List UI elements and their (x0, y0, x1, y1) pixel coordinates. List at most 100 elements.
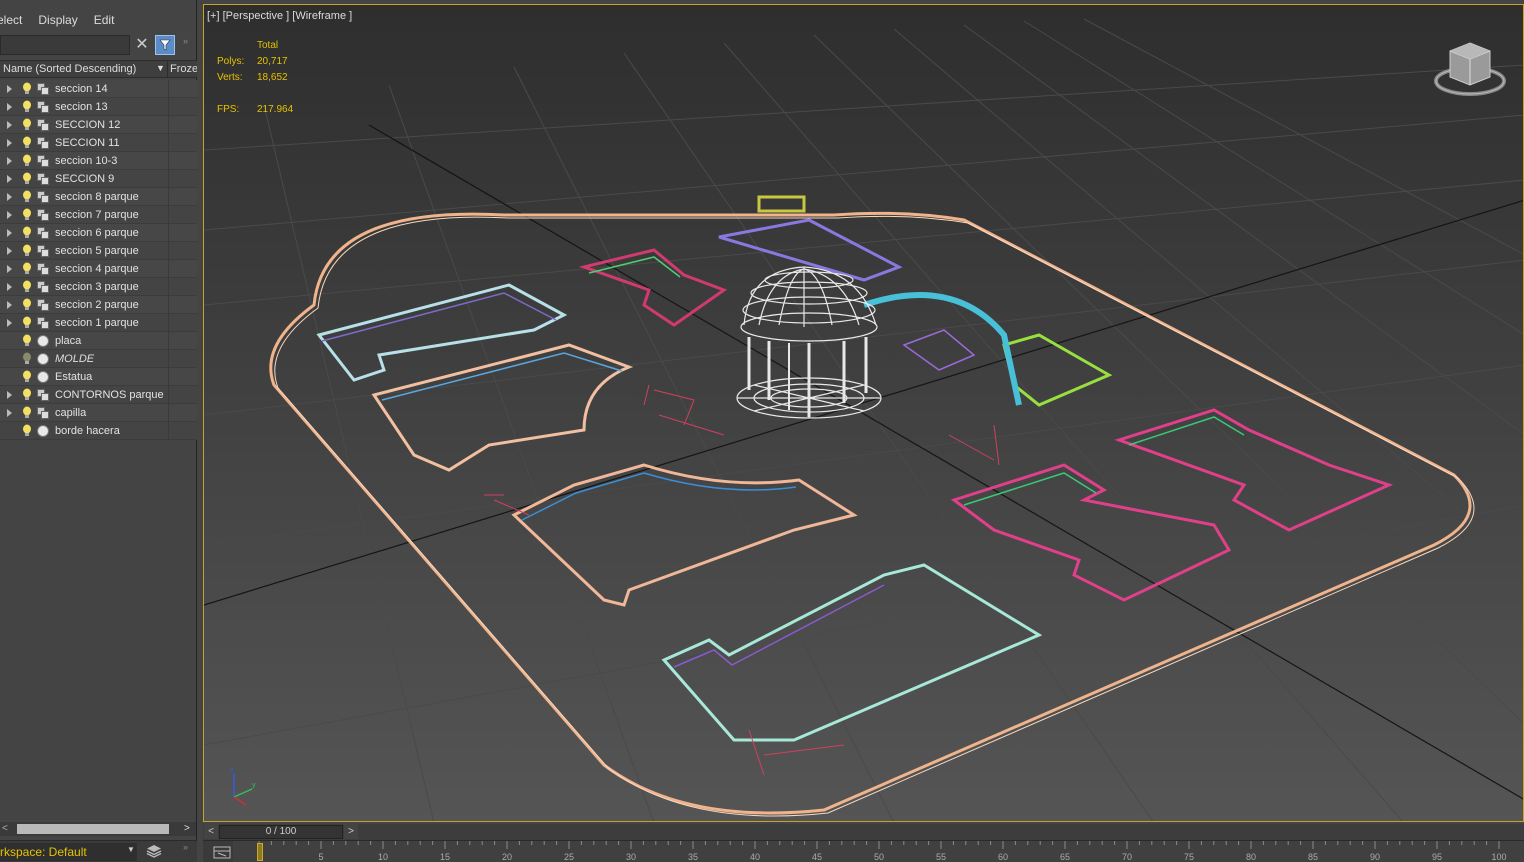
scene-tree-row[interactable]: borde hacera (0, 422, 197, 440)
scene-tree-row[interactable]: seccion 3 parque (0, 278, 197, 296)
expand-arrow-icon[interactable] (7, 229, 12, 237)
lightbulb-icon[interactable] (22, 406, 32, 420)
horizontal-scrollbar[interactable]: < > (0, 822, 196, 836)
lightbulb-icon[interactable] (22, 190, 32, 204)
track-view-icon[interactable] (213, 846, 231, 859)
expand-arrow-icon[interactable] (7, 301, 12, 309)
lightbulb-icon[interactable] (22, 154, 32, 168)
scene-tree-row[interactable]: placa (0, 332, 197, 350)
lightbulb-icon[interactable] (22, 370, 32, 384)
chevron-down-icon[interactable]: ▼ (127, 845, 135, 854)
frozen-cell[interactable] (168, 350, 197, 368)
scene-tree-row[interactable]: CONTORNOS parque (0, 386, 197, 404)
menu-select[interactable]: elect (0, 13, 22, 27)
expand-arrow-icon[interactable] (7, 391, 12, 399)
lightbulb-icon[interactable] (22, 208, 32, 222)
scene-tree-row[interactable]: seccion 4 parque (0, 260, 197, 278)
expand-panel-icon[interactable]: » (183, 36, 188, 46)
menu-display[interactable]: Display (38, 13, 77, 27)
lightbulb-icon[interactable] (22, 280, 32, 294)
lightbulb-icon[interactable] (22, 100, 32, 114)
scene-tree-row[interactable]: MOLDE (0, 350, 197, 368)
search-input[interactable] (0, 35, 130, 55)
workspace-dropdown[interactable]: rkspace: Default (0, 843, 137, 861)
frozen-cell[interactable] (168, 80, 197, 98)
lightbulb-icon[interactable] (22, 172, 32, 186)
frozen-cell[interactable] (168, 98, 197, 116)
expand-arrow-icon[interactable] (7, 157, 12, 165)
expand-arrow-icon[interactable] (7, 103, 12, 111)
scene-tree-row[interactable]: seccion 13 (0, 98, 197, 116)
viewcube-icon[interactable] (1432, 39, 1508, 101)
lightbulb-icon[interactable] (22, 244, 32, 258)
previous-frame-button[interactable]: < (204, 824, 218, 839)
frozen-cell[interactable] (168, 386, 197, 404)
lightbulb-icon[interactable] (22, 82, 32, 96)
frozen-cell[interactable] (168, 422, 197, 440)
scene-tree-row[interactable]: SECCION 11 (0, 134, 197, 152)
expand-arrow-icon[interactable] (7, 211, 12, 219)
scene-tree-row[interactable]: seccion 8 parque (0, 188, 197, 206)
expand-arrow-icon[interactable] (7, 175, 12, 183)
frozen-cell[interactable] (168, 278, 197, 296)
scene-tree-row[interactable]: capilla (0, 404, 197, 422)
frozen-cell[interactable] (168, 368, 197, 386)
expand-arrow-icon[interactable] (7, 139, 12, 147)
scene-tree-row[interactable]: seccion 2 parque (0, 296, 197, 314)
scene-tree-row[interactable]: SECCION 9 (0, 170, 197, 188)
frozen-cell[interactable] (168, 116, 197, 134)
lightbulb-icon[interactable] (22, 334, 32, 348)
lightbulb-icon[interactable] (22, 298, 32, 312)
frozen-cell[interactable] (168, 206, 197, 224)
scene-tree-row[interactable]: seccion 5 parque (0, 242, 197, 260)
frozen-cell[interactable] (168, 314, 197, 332)
scene-tree-row[interactable]: seccion 10-3 (0, 152, 197, 170)
frozen-cell[interactable] (168, 152, 197, 170)
expand-arrow-icon[interactable] (7, 409, 12, 417)
lightbulb-icon[interactable] (22, 352, 32, 366)
lightbulb-icon[interactable] (22, 226, 32, 240)
expand-arrow-icon[interactable] (7, 265, 12, 273)
lightbulb-icon[interactable] (22, 262, 32, 276)
expand-panel-icon[interactable]: » (183, 842, 188, 852)
scroll-right-icon[interactable]: > (184, 823, 190, 834)
scroll-left-icon[interactable]: < (2, 823, 8, 834)
expand-arrow-icon[interactable] (7, 193, 12, 201)
frozen-cell[interactable] (168, 260, 197, 278)
expand-arrow-icon[interactable] (7, 319, 12, 327)
frame-slider-thumb[interactable]: 0 / 100 (219, 825, 343, 839)
column-frozen-header[interactable]: Froze (170, 61, 197, 78)
lightbulb-icon[interactable] (22, 388, 32, 402)
lightbulb-icon[interactable] (22, 316, 32, 330)
expand-arrow-icon[interactable] (7, 247, 12, 255)
lightbulb-icon[interactable] (22, 136, 32, 150)
filter-button[interactable] (155, 35, 175, 55)
frozen-cell[interactable] (168, 404, 197, 422)
lightbulb-icon[interactable] (22, 424, 32, 438)
layers-button[interactable] (146, 844, 164, 860)
scene-tree-row[interactable]: seccion 7 parque (0, 206, 197, 224)
scene-tree-row[interactable]: seccion 14 (0, 80, 197, 98)
frozen-cell[interactable] (168, 224, 197, 242)
wireframe-scene[interactable] (204, 5, 1524, 822)
frozen-cell[interactable] (168, 188, 197, 206)
sort-arrow-icon[interactable]: ▼ (156, 63, 165, 73)
frozen-cell[interactable] (168, 332, 197, 350)
frozen-cell[interactable] (168, 296, 197, 314)
time-cursor[interactable] (257, 843, 263, 861)
scene-tree-row[interactable]: seccion 1 parque (0, 314, 197, 332)
perspective-viewport[interactable]: [+] [Perspective ] [Wireframe ] Total Po… (203, 4, 1524, 822)
viewport-label[interactable]: [+] [Perspective ] [Wireframe ] (207, 10, 352, 22)
frozen-cell[interactable] (168, 170, 197, 188)
expand-arrow-icon[interactable] (7, 121, 12, 129)
column-name-header[interactable]: Name (Sorted Descending) (0, 61, 168, 78)
next-frame-button[interactable]: > (344, 824, 358, 839)
scene-tree-row[interactable]: Estatua (0, 368, 197, 386)
frozen-cell[interactable] (168, 134, 197, 152)
clear-search-button[interactable]: ✕ (134, 36, 150, 54)
scene-tree-row[interactable]: SECCION 12 (0, 116, 197, 134)
lightbulb-icon[interactable] (22, 118, 32, 132)
expand-arrow-icon[interactable] (7, 85, 12, 93)
menu-edit[interactable]: Edit (94, 13, 115, 27)
scene-tree-row[interactable]: seccion 6 parque (0, 224, 197, 242)
